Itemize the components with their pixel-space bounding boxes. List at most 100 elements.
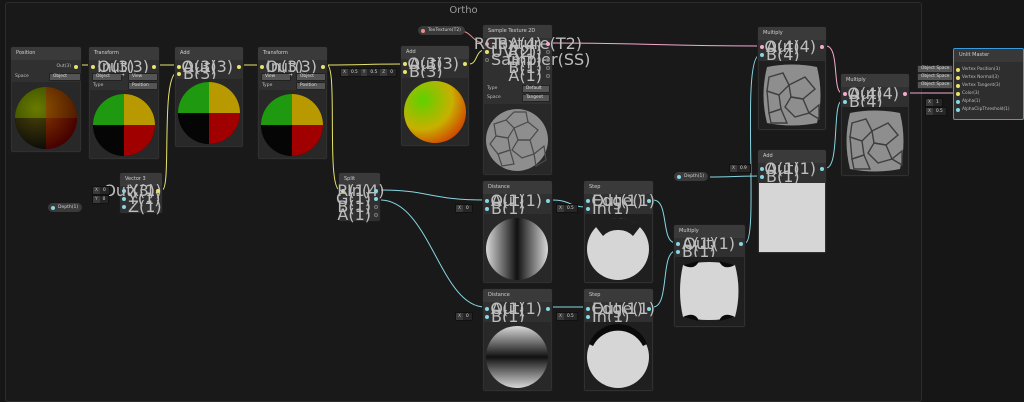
step-node-2[interactable]: Step Edge(1) In(1) Out(1) bbox=[584, 289, 655, 391]
step1-edge-field[interactable]: X 0.5 bbox=[556, 204, 578, 213]
space-option-2[interactable]: Object Space bbox=[917, 73, 954, 81]
output-pin[interactable] bbox=[546, 198, 550, 203]
b-pin[interactable] bbox=[374, 204, 378, 209]
input-pin[interactable] bbox=[260, 64, 264, 69]
input-pin[interactable] bbox=[91, 64, 95, 69]
port-out: Out(3) bbox=[181, 57, 233, 76]
output-pin[interactable] bbox=[237, 64, 241, 69]
output-pin[interactable] bbox=[820, 44, 824, 49]
type-dropdown[interactable]: Position bbox=[296, 82, 326, 90]
alpha-pin[interactable] bbox=[956, 99, 960, 104]
output-pin[interactable] bbox=[321, 64, 325, 69]
in-pin[interactable] bbox=[586, 206, 590, 211]
clip-threshold-field[interactable]: X 0.5 bbox=[925, 107, 947, 116]
multiply-node-right[interactable]: Multiply A(4) B(4) Out(4) bbox=[841, 74, 909, 176]
output-pin[interactable] bbox=[156, 188, 160, 193]
clip-value[interactable]: 0.5 bbox=[933, 108, 946, 115]
add-node-1[interactable]: Add A(3) B(3) Out(3) bbox=[175, 47, 243, 147]
z-value[interactable]: 0 bbox=[387, 69, 396, 76]
edge-value[interactable]: 0.5 bbox=[564, 205, 577, 212]
distance-node-2[interactable]: Distance A(1) B(1) Out(1) bbox=[483, 289, 552, 391]
input-pin-b[interactable] bbox=[485, 314, 489, 319]
output-pin[interactable] bbox=[74, 64, 78, 69]
alpha-clip-pin[interactable] bbox=[956, 107, 960, 112]
unlit-master-node[interactable]: Unlit Master Vertex Position(3) Vertex N… bbox=[953, 48, 1024, 120]
type-dropdown[interactable]: Default bbox=[522, 85, 550, 93]
shader-graph-canvas[interactable]: Ortho Position Out(3) Space Object Trans… bbox=[0, 0, 1024, 402]
vertex-position-pin[interactable] bbox=[956, 67, 960, 72]
texture-dot-icon bbox=[421, 28, 425, 33]
rgba-pin[interactable] bbox=[546, 41, 550, 46]
output-pin[interactable] bbox=[820, 166, 824, 171]
multiply-node-top[interactable]: Multiply A(4) B(4) Out(4) bbox=[758, 27, 826, 130]
alpha-value[interactable]: 1 bbox=[933, 99, 942, 106]
output-pin[interactable] bbox=[152, 64, 156, 69]
edge-value[interactable]: 0.5 bbox=[564, 313, 577, 320]
add-node-2[interactable]: Add A(3) B(3) Out(3) bbox=[401, 46, 469, 146]
y-value[interactable]: 0.5 bbox=[367, 69, 380, 76]
step2-edge-field[interactable]: X 0.5 bbox=[556, 312, 578, 321]
b-value[interactable]: 0 bbox=[463, 205, 472, 212]
add-node-3[interactable]: Add A(1) B(1) Out(1) bbox=[758, 150, 826, 253]
r-pin[interactable] bbox=[374, 188, 378, 193]
depth-property-pill-1[interactable]: Depth(1) bbox=[48, 203, 83, 212]
input-pin-a[interactable] bbox=[485, 306, 489, 311]
add2-b-vector-field[interactable]: X 0.5 Y 0.5 Z 0 bbox=[340, 68, 397, 77]
input-pin-b[interactable] bbox=[676, 249, 680, 254]
transform-node-2[interactable]: Transform In(3) Out(3) View ➜ Object Typ… bbox=[258, 47, 327, 159]
add3-a-field[interactable]: X 0.9 bbox=[729, 164, 751, 173]
g-pin[interactable] bbox=[546, 57, 550, 62]
space-dropdown[interactable]: Object bbox=[49, 73, 81, 81]
distance2-b-field[interactable]: X0 bbox=[455, 312, 473, 321]
vertex-tangent-pin[interactable] bbox=[956, 83, 960, 88]
output-pin[interactable] bbox=[546, 306, 550, 311]
to-space-dropdown[interactable]: View bbox=[128, 73, 158, 81]
texture-property-pill[interactable]: TexTexture(T2) bbox=[418, 26, 465, 35]
to-space-dropdown[interactable]: Object bbox=[296, 73, 326, 81]
b-value[interactable]: 0 bbox=[463, 313, 472, 320]
vector3-node[interactable]: Vector 3 X(1) Y(1) Z(1) Out(3) bbox=[103, 173, 162, 215]
vertex-normal-pin[interactable] bbox=[956, 75, 960, 80]
input-pin-a[interactable] bbox=[485, 198, 489, 203]
x-value[interactable]: 0 bbox=[100, 187, 109, 194]
in-pin[interactable] bbox=[586, 314, 590, 319]
sampler-pin[interactable] bbox=[485, 57, 489, 62]
space-option-1[interactable]: Object Space bbox=[917, 65, 954, 73]
edge-pin[interactable] bbox=[586, 306, 590, 311]
color-pin[interactable] bbox=[956, 91, 960, 96]
output-pin[interactable] bbox=[647, 306, 651, 311]
input-pin-b[interactable] bbox=[485, 206, 489, 211]
vector-x-field[interactable]: X0 bbox=[92, 186, 110, 195]
alpha-field[interactable]: X1 bbox=[925, 98, 943, 107]
step-node-1[interactable]: Step Edge(1) In(1) Out(1) bbox=[584, 181, 655, 283]
a-pin[interactable] bbox=[546, 73, 550, 78]
distance-node-1[interactable]: Distance A(1) B(1) Out(1) bbox=[483, 181, 552, 283]
depth-property-pill-2[interactable]: Depth(1) bbox=[674, 172, 709, 181]
z-pin[interactable] bbox=[122, 204, 126, 209]
y-value[interactable]: 0 bbox=[100, 196, 109, 203]
x-value[interactable]: 0.5 bbox=[348, 69, 361, 76]
space-dropdown[interactable]: Tangent bbox=[522, 94, 550, 102]
from-space-dropdown[interactable]: View bbox=[261, 73, 291, 81]
transform-node-1[interactable]: Transform In(3) Out(3) Object ➜ View Typ… bbox=[89, 47, 159, 159]
position-node[interactable]: Position Out(3) Space Object bbox=[11, 47, 81, 152]
input-pin-a[interactable] bbox=[676, 241, 680, 246]
type-dropdown[interactable]: Position bbox=[128, 82, 158, 90]
g-pin[interactable] bbox=[374, 196, 378, 201]
r-pin[interactable] bbox=[546, 49, 550, 54]
b-pin[interactable] bbox=[546, 65, 550, 70]
output-pin[interactable] bbox=[739, 241, 743, 246]
distance1-b-field[interactable]: X0 bbox=[455, 204, 473, 213]
sample-texture-2d-node[interactable]: Sample Texture 2D Texture(T2) UV(2) Samp… bbox=[474, 25, 590, 175]
space-option-3[interactable]: Object Space bbox=[917, 81, 954, 89]
from-space-dropdown[interactable]: Object bbox=[92, 73, 122, 81]
a-pin[interactable] bbox=[374, 212, 378, 217]
output-pin[interactable] bbox=[903, 91, 907, 96]
split-node[interactable]: Split In(4) R(1) G(1) B(1) A(1) bbox=[336, 173, 385, 223]
a-value[interactable]: 0.9 bbox=[737, 165, 750, 172]
multiply-node-mid[interactable]: Multiply A(1) B(1) Out(1) bbox=[674, 225, 745, 327]
output-pin[interactable] bbox=[463, 61, 467, 66]
output-pin[interactable] bbox=[647, 198, 651, 203]
vector-y-field[interactable]: Y0 bbox=[92, 195, 110, 204]
edge-pin[interactable] bbox=[586, 198, 590, 203]
